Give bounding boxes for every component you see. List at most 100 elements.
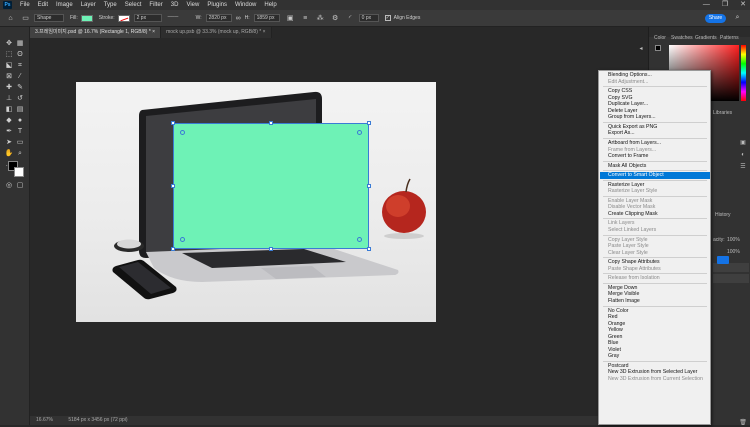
quick-mask-icon[interactable]: ◎ bbox=[4, 181, 14, 190]
menu-item-mask-all-objects[interactable]: Mask All Objects bbox=[600, 163, 710, 170]
tab-mock-up[interactable]: mock up.psb @ 33.3% (mock up, RGB/8) * × bbox=[161, 27, 272, 38]
fill-swatch[interactable] bbox=[80, 14, 93, 22]
panel-collapse-icon[interactable]: ◂ bbox=[637, 45, 645, 53]
pen-tool-icon[interactable]: ✒ bbox=[4, 127, 14, 136]
menu-help[interactable]: Help bbox=[260, 0, 280, 10]
corner-radius-widget[interactable] bbox=[357, 237, 362, 242]
marquee-tool-icon[interactable]: ⬚ bbox=[4, 50, 14, 59]
transform-handle[interactable] bbox=[171, 121, 175, 125]
transform-handle[interactable] bbox=[367, 121, 371, 125]
close-icon[interactable]: × bbox=[263, 29, 266, 35]
crop-tool-icon[interactable]: ⌗ bbox=[15, 61, 25, 70]
menu-filter[interactable]: Filter bbox=[145, 0, 166, 10]
corner-radius-widget[interactable] bbox=[180, 130, 185, 135]
dodge-tool-icon[interactable]: ● bbox=[15, 116, 25, 125]
minimize-icon[interactable]: — bbox=[703, 0, 710, 10]
stroke-swatch[interactable] bbox=[117, 14, 130, 22]
menu-item-convert-to-frame[interactable]: Convert to Frame bbox=[600, 153, 710, 160]
move-tool-icon[interactable]: ✥ bbox=[4, 39, 14, 48]
clone-stamp-tool-icon[interactable]: ⊥ bbox=[4, 94, 14, 103]
width-field[interactable]: 2820 px bbox=[205, 14, 232, 22]
share-button[interactable]: Share bbox=[705, 14, 726, 23]
search-icon[interactable]: ⌕ bbox=[733, 13, 742, 22]
layer-row[interactable] bbox=[713, 263, 749, 272]
menu-select[interactable]: Select bbox=[121, 0, 146, 10]
panel-icon[interactable]: ▣ bbox=[739, 139, 747, 147]
transform-handle[interactable] bbox=[269, 247, 273, 251]
canvas-area[interactable] bbox=[30, 38, 645, 416]
tab-swatches[interactable]: Swatches bbox=[671, 35, 693, 41]
path-alignment-icon[interactable]: ≡ bbox=[301, 14, 310, 23]
settings-gear-icon[interactable]: ⚙ bbox=[331, 14, 340, 23]
zoom-tool-icon[interactable]: ⌕ bbox=[15, 149, 25, 158]
menu-image[interactable]: Image bbox=[52, 0, 77, 10]
tab-libraries[interactable]: Libraries bbox=[713, 110, 732, 116]
menu-view[interactable]: View bbox=[182, 0, 203, 10]
document-canvas[interactable] bbox=[76, 82, 436, 322]
zoom-level[interactable]: 16.67% bbox=[36, 417, 53, 423]
stroke-type-select[interactable]: ─── bbox=[166, 14, 190, 22]
history-brush-tool-icon[interactable]: ↺ bbox=[15, 94, 25, 103]
opacity-value[interactable]: 100% bbox=[727, 237, 740, 243]
foreground-color-swatch[interactable] bbox=[655, 45, 661, 51]
artboard-tool-icon[interactable]: ▦ bbox=[15, 39, 25, 48]
transform-handle[interactable] bbox=[367, 247, 371, 251]
hand-tool-icon[interactable]: ✋ bbox=[4, 149, 14, 158]
menu-item-gray[interactable]: Gray bbox=[600, 353, 710, 360]
panel-icon[interactable]: ◐ bbox=[739, 151, 747, 159]
path-selection-tool-icon[interactable]: ➤ bbox=[4, 138, 14, 147]
link-icon[interactable]: ∞ bbox=[234, 14, 243, 23]
eyedropper-tool-icon[interactable]: ⁄ bbox=[15, 72, 25, 81]
transform-handle[interactable] bbox=[171, 184, 175, 188]
menu-type[interactable]: Type bbox=[100, 0, 121, 10]
brush-tool-icon[interactable]: ✎ bbox=[15, 83, 25, 92]
type-tool-icon[interactable]: T bbox=[15, 127, 25, 136]
background-color-swatch[interactable] bbox=[14, 167, 24, 177]
menu-item-create-clipping-mask[interactable]: Create Clipping Mask bbox=[600, 211, 710, 218]
transform-handle[interactable] bbox=[367, 184, 371, 188]
blur-tool-icon[interactable]: ◆ bbox=[4, 116, 14, 125]
eraser-tool-icon[interactable]: ◧ bbox=[4, 105, 14, 114]
lasso-tool-icon[interactable]: ʘ bbox=[15, 50, 25, 59]
object-selection-tool-icon[interactable]: ⬕ bbox=[4, 61, 14, 70]
height-field[interactable]: 1859 px bbox=[253, 14, 280, 22]
corner-radius-widget[interactable] bbox=[180, 237, 185, 242]
home-icon[interactable]: ⌂ bbox=[6, 14, 15, 23]
maximize-icon[interactable]: ❐ bbox=[722, 0, 728, 10]
path-operations-icon[interactable]: ▣ bbox=[286, 14, 295, 23]
menu-window[interactable]: Window bbox=[231, 0, 260, 10]
tab-color[interactable]: Color bbox=[654, 35, 666, 41]
close-icon[interactable]: × bbox=[152, 29, 155, 35]
menu-plugins[interactable]: Plugins bbox=[203, 0, 231, 10]
menu-file[interactable]: File bbox=[16, 0, 34, 10]
tab-patterns[interactable]: Patterns bbox=[720, 35, 739, 41]
transform-handle[interactable] bbox=[171, 247, 175, 251]
transform-handle[interactable] bbox=[269, 121, 273, 125]
menu-3d[interactable]: 3D bbox=[167, 0, 183, 10]
menu-item-flatten-image[interactable]: Flatten Image bbox=[600, 298, 710, 305]
menu-layer[interactable]: Layer bbox=[77, 0, 100, 10]
corner-radius-field[interactable]: 0 px bbox=[358, 14, 379, 22]
rectangle-shape-layer[interactable] bbox=[173, 123, 369, 249]
path-arrangement-icon[interactable]: ⁂ bbox=[316, 14, 325, 23]
menu-item-export-as[interactable]: Export As... bbox=[600, 130, 710, 137]
layer-row[interactable] bbox=[713, 274, 749, 283]
tool-mode-select[interactable]: Shape bbox=[34, 14, 64, 22]
frame-tool-icon[interactable]: ⊠ bbox=[4, 72, 14, 81]
tab-frame-image[interactable]: 3.프레임미미지.psd @ 16.7% (Rectangle 1, RGB/8… bbox=[30, 27, 162, 38]
rectangle-tool-icon[interactable]: ▭ bbox=[21, 14, 30, 23]
menu-item-group-from-layers[interactable]: Group from Layers... bbox=[600, 114, 710, 121]
menu-item-convert-to-smart-object[interactable]: Convert to Smart Object bbox=[600, 172, 710, 180]
gradient-tool-icon[interactable]: ▤ bbox=[15, 105, 25, 114]
trash-icon[interactable]: 🗑 bbox=[739, 419, 747, 427]
stroke-width-field[interactable]: 2 px bbox=[133, 14, 162, 22]
screen-mode-icon[interactable]: ▢ bbox=[15, 181, 25, 190]
hue-slider[interactable] bbox=[741, 45, 746, 101]
tab-history[interactable]: History bbox=[715, 212, 731, 218]
rectangle-tool-icon[interactable]: ▭ bbox=[15, 138, 25, 147]
tab-gradients[interactable]: Gradients bbox=[695, 35, 717, 41]
fill-value[interactable]: 100% bbox=[727, 249, 740, 255]
align-edges-checkbox[interactable]: ✓ bbox=[384, 15, 391, 21]
close-icon[interactable]: ✕ bbox=[740, 0, 746, 10]
panel-icon[interactable]: ☰ bbox=[739, 163, 747, 171]
